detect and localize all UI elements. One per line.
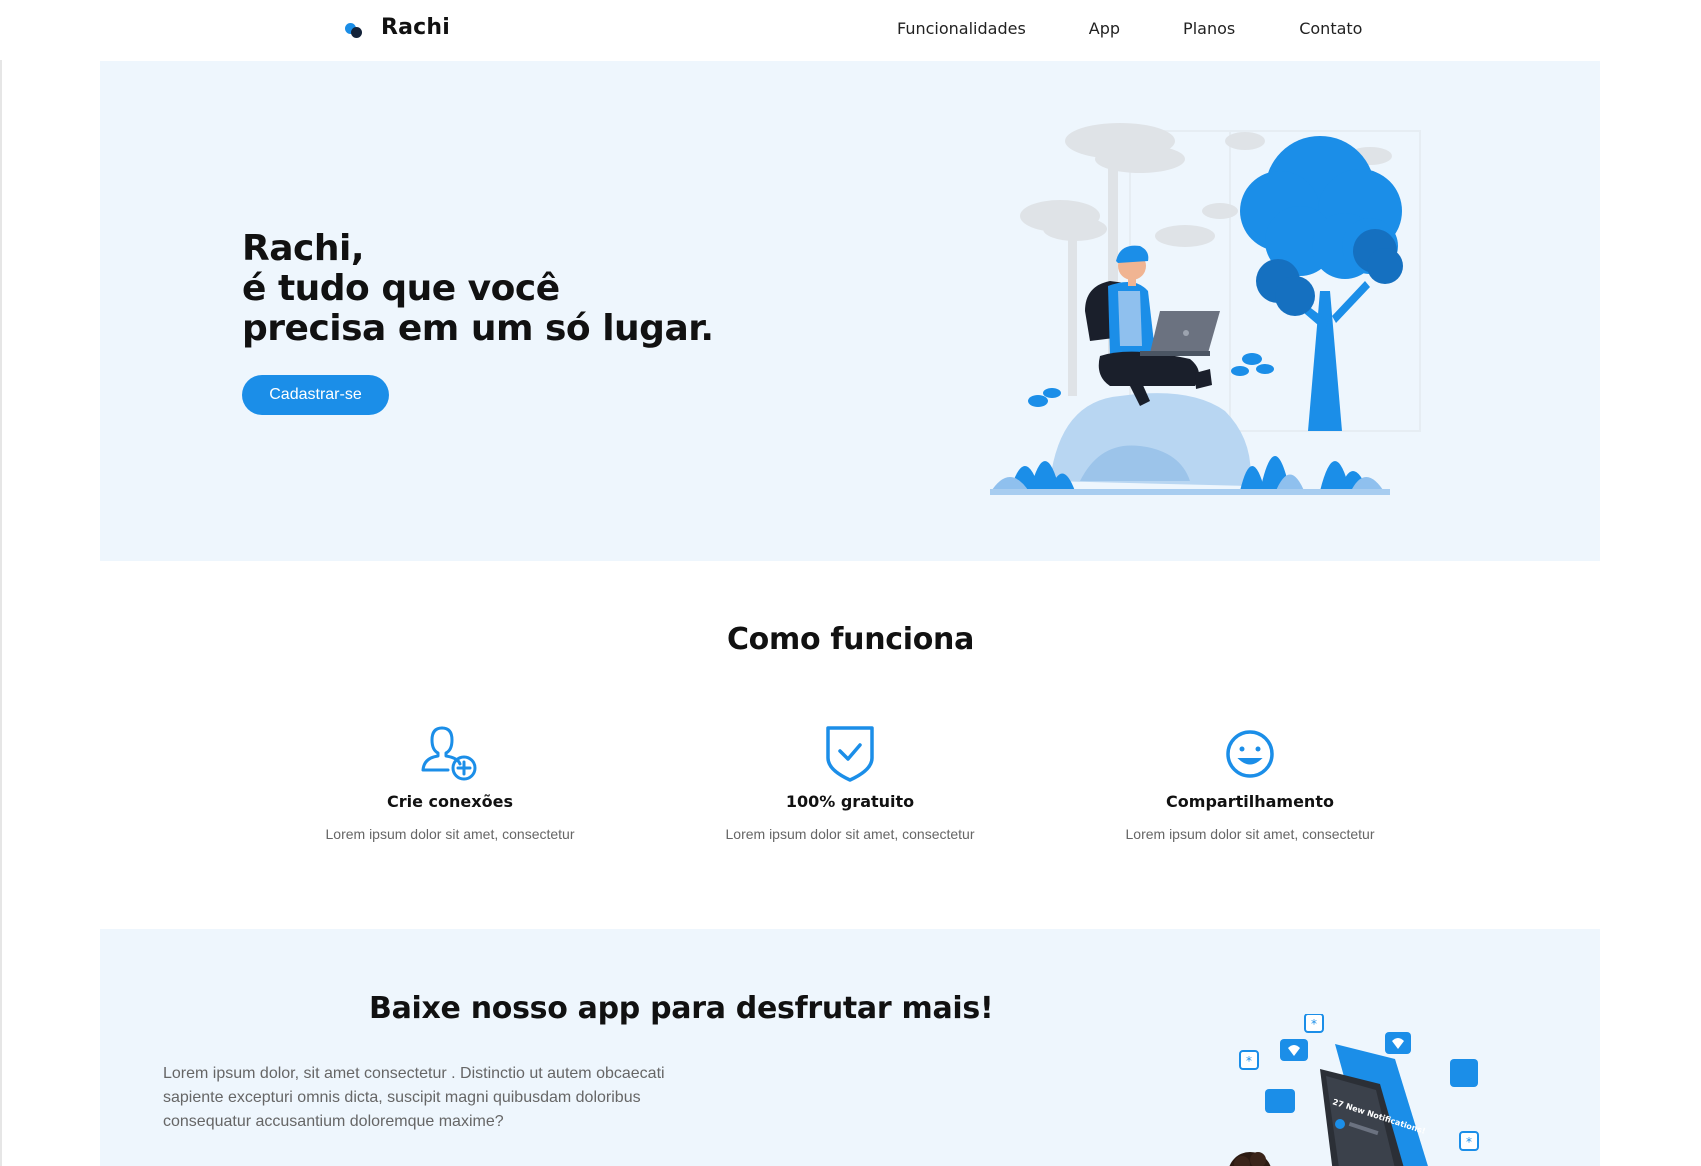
- navbar: Rachi Funcionalidades App Planos Contato: [0, 0, 1701, 60]
- hero-title-line-3: precisa em um só lugar.: [242, 308, 714, 349]
- feature-card: 100% gratuito Lorem ipsum dolor sit amet…: [720, 720, 980, 844]
- feature-card: Compartilhamento Lorem ipsum dolor sit a…: [1120, 720, 1380, 844]
- user-add-icon: [421, 726, 477, 781]
- shield-check-icon: [826, 726, 874, 782]
- smiley-icon: [1226, 730, 1274, 778]
- svg-text:*: *: [1466, 1135, 1472, 1149]
- feature-description: Lorem ipsum dolor sit amet, consectetur: [1125, 826, 1375, 842]
- hero-title-line-2: é tudo que você: [242, 268, 560, 309]
- brand-logo-icon: [343, 17, 365, 39]
- feature-description: Lorem ipsum dolor sit amet, consectetur: [325, 826, 575, 842]
- nav-link-contato[interactable]: Contato: [1299, 19, 1362, 38]
- nav-link-app[interactable]: App: [1089, 19, 1120, 38]
- feature-title: Compartilhamento: [1166, 792, 1334, 811]
- feature-card: Crie conexões Lorem ipsum dolor sit amet…: [320, 720, 580, 844]
- feature-title: 100% gratuito: [785, 792, 915, 811]
- nav-link-planos[interactable]: Planos: [1183, 19, 1235, 38]
- hero-title-line-1: Rachi,: [242, 228, 364, 269]
- main-nav: Funcionalidades App Planos Contato: [897, 19, 1362, 38]
- phone-notifications-illustration: * * * 27 New Notifications!: [1229, 1014, 1479, 1166]
- feature-title: Crie conexões: [387, 792, 513, 811]
- how-it-works-title: Como funciona: [726, 622, 975, 657]
- brand-link[interactable]: Rachi: [343, 15, 450, 40]
- nav-link-funcionalidades[interactable]: Funcionalidades: [897, 19, 1026, 38]
- svg-text:*: *: [1311, 1017, 1317, 1031]
- app-section-text: Lorem ipsum dolor, sit amet consectetur …: [163, 1065, 665, 1130]
- signup-button[interactable]: Cadastrar-se: [242, 375, 389, 415]
- hero-title: Rachi, é tudo que você precisa em um só …: [242, 229, 714, 349]
- app-download-section: Baixe nosso app para desfrutar mais! Lor…: [100, 929, 1600, 1166]
- svg-text:*: *: [1246, 1054, 1252, 1068]
- hero-section: Rachi, é tudo que você precisa em um só …: [100, 61, 1600, 561]
- brand-name: Rachi: [381, 15, 451, 40]
- person-with-laptop-in-park-illustration: [990, 123, 1421, 495]
- app-section-title: Baixe nosso app para desfrutar mais!: [369, 991, 994, 1026]
- feature-description: Lorem ipsum dolor sit amet, consectetur: [725, 826, 975, 842]
